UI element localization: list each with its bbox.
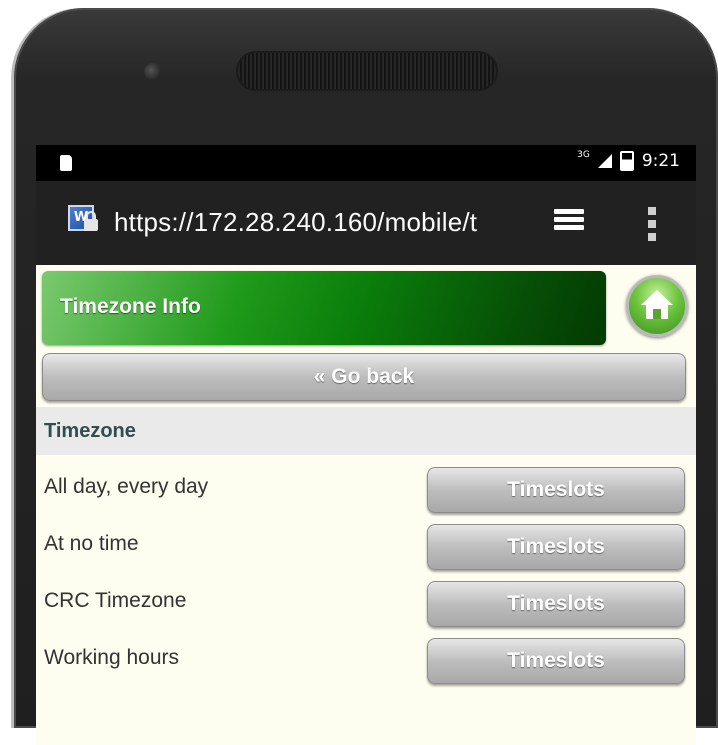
status-indicators: 3G 9:21 (577, 150, 680, 171)
status-time: 9:21 (641, 151, 680, 171)
list-item: At no time Timeslots (36, 520, 696, 576)
front-camera (144, 63, 162, 81)
list-item: All day, every day Timeslots (36, 463, 696, 519)
status-bar: 3G 9:21 (36, 145, 696, 181)
timeslots-button[interactable]: Timeslots (427, 638, 685, 684)
list-item: CRC Timezone Timeslots (36, 577, 696, 633)
home-icon (641, 290, 673, 305)
page-title: Timezone Info (60, 295, 201, 318)
timezone-label: Working hours (44, 646, 180, 669)
list-item: Working hours Timeslots (36, 634, 696, 690)
tabs-icon[interactable] (554, 209, 584, 233)
overflow-menu-icon[interactable] (648, 207, 656, 241)
section-header-timezone: Timezone (36, 407, 696, 455)
go-back-button[interactable]: « Go back (42, 353, 686, 401)
phone-frame: 3G 9:21 W https://172.28.240.160/mobile/… (14, 8, 718, 745)
timeslots-button[interactable]: Timeslots (427, 524, 685, 570)
signal-icon (597, 154, 612, 168)
lock-icon (84, 211, 98, 231)
phone-screen: 3G 9:21 W https://172.28.240.160/mobile/… (36, 145, 696, 745)
url-field[interactable]: https://172.28.240.160/mobile/t (114, 207, 477, 238)
timezone-label: CRC Timezone (44, 589, 187, 612)
timezone-label: All day, every day (44, 475, 209, 498)
page-header: Timezone Info (42, 271, 606, 345)
earpiece-speaker (236, 51, 498, 91)
sim-card-icon (60, 155, 72, 171)
timeslots-button[interactable]: Timeslots (427, 581, 685, 627)
browser-toolbar: W https://172.28.240.160/mobile/t (36, 181, 696, 265)
timeslots-button[interactable]: Timeslots (427, 467, 685, 513)
home-button[interactable] (626, 275, 688, 337)
battery-icon (619, 151, 634, 171)
network-type-label: 3G (577, 150, 590, 160)
timezone-label: At no time (44, 532, 139, 555)
